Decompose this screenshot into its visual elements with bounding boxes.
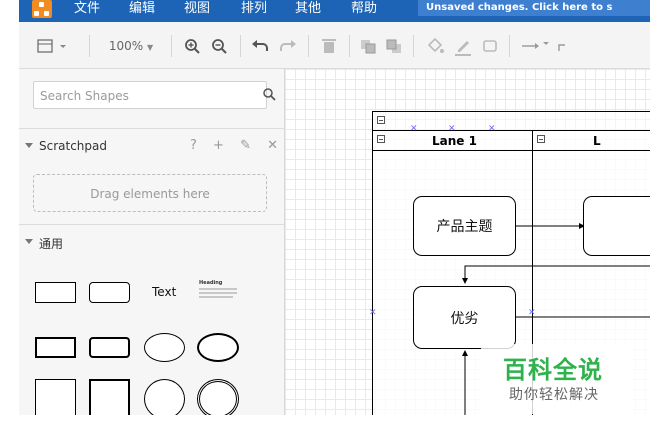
undo-icon xyxy=(252,40,268,51)
bold-rectangle-shape[interactable] xyxy=(35,337,76,358)
toolbar-divider xyxy=(349,35,350,57)
heading-textbox-shape[interactable]: Heading xyxy=(197,280,239,306)
to-front-icon xyxy=(361,40,376,54)
zoom-dropdown[interactable]: 100% ▼ xyxy=(101,35,161,57)
menu-extras[interactable]: 其他 xyxy=(295,0,321,19)
drawio-logo-icon xyxy=(32,0,52,18)
toolbar-divider xyxy=(240,35,241,57)
general-title: 通用 xyxy=(39,237,64,251)
node-partial[interactable] xyxy=(583,196,650,256)
chevron-down-icon xyxy=(25,143,33,148)
waypoint-button[interactable] xyxy=(555,35,569,57)
trash-icon xyxy=(322,39,336,53)
arrowhead xyxy=(462,350,468,356)
arrowhead xyxy=(462,278,468,284)
search-input[interactable]: Search Shapes xyxy=(33,81,276,109)
menu-help[interactable]: 帮助 xyxy=(351,0,377,19)
bold-rounded-rectangle-shape[interactable] xyxy=(89,337,130,358)
page-view-button[interactable] xyxy=(35,35,73,57)
toolbar-divider xyxy=(89,35,90,57)
scratchpad-header[interactable]: Scratchpad ? + ✎ ✕ xyxy=(19,128,284,165)
scratchpad-title: Scratchpad xyxy=(39,139,107,153)
waypoint-icon xyxy=(558,44,565,51)
connector-line xyxy=(464,265,650,278)
toolbar-divider xyxy=(171,35,172,57)
fill-color-button[interactable] xyxy=(424,35,446,57)
scratchpad-dropzone[interactable]: Drag elements here xyxy=(33,174,267,212)
menu-view[interactable]: 视图 xyxy=(184,0,210,19)
ellipse-shape[interactable] xyxy=(144,333,185,362)
arrow-right-icon xyxy=(522,42,549,49)
unsaved-changes-notice[interactable]: Unsaved changes. Click here to s xyxy=(418,0,650,16)
node-pros-cons[interactable]: 优劣 xyxy=(413,286,516,349)
line-color-button[interactable] xyxy=(452,35,474,57)
page-view-icon xyxy=(37,39,66,53)
node-product-theme[interactable]: 产品主题 xyxy=(413,196,516,256)
zoom-level: 100% xyxy=(108,39,144,53)
redo-button[interactable] xyxy=(277,35,299,57)
zoom-out-button[interactable] xyxy=(208,35,230,57)
toolbar: 100% ▼ xyxy=(19,22,650,69)
shadow-button[interactable] xyxy=(479,35,501,57)
rectangle-shape[interactable] xyxy=(35,282,76,303)
general-header[interactable]: 通用 xyxy=(19,224,284,261)
watermark: 百科全说 助你轻松解决 xyxy=(481,344,631,414)
chevron-down-icon xyxy=(25,239,33,244)
bold-square-shape[interactable] xyxy=(89,379,130,415)
to-back-button[interactable] xyxy=(383,35,405,57)
shape-sidebar: Search Shapes Scratchpad ? + ✎ ✕ Drag el… xyxy=(19,69,285,415)
text-shape[interactable]: Text xyxy=(152,285,176,299)
bold-ellipse-shape[interactable] xyxy=(197,333,239,362)
scratchpad-tools[interactable]: ? + ✎ ✕ xyxy=(190,138,284,153)
toolbar-divider xyxy=(413,35,414,57)
search-placeholder: Search Shapes xyxy=(40,89,129,103)
delete-button[interactable] xyxy=(318,35,340,57)
chevron-down-icon: ▼ xyxy=(146,43,154,52)
watermark-title: 百科全说 xyxy=(503,356,603,384)
toolbar-divider xyxy=(509,35,510,57)
app-window: 文件 编辑 视图 排列 其他 帮助 Unsaved changes. Click… xyxy=(19,0,650,415)
watermark-subtitle: 助你轻松解决 xyxy=(509,387,599,403)
menu-arrange[interactable]: 排列 xyxy=(241,0,267,19)
paint-bucket-icon xyxy=(427,37,444,53)
menu-file[interactable]: 文件 xyxy=(74,0,100,19)
circle-shape[interactable] xyxy=(144,379,185,415)
connection-style-dropdown[interactable] xyxy=(519,35,553,57)
pencil-icon xyxy=(455,41,471,56)
double-circle-shape[interactable] xyxy=(197,379,239,415)
square-shape[interactable] xyxy=(35,379,76,415)
search-icon[interactable] xyxy=(263,88,276,101)
zoom-out-icon xyxy=(212,39,227,54)
to-front-button[interactable] xyxy=(357,35,379,57)
toolbar-divider xyxy=(308,35,309,57)
menu-bar: 文件 编辑 视图 排列 其他 帮助 Unsaved changes. Click… xyxy=(19,0,650,22)
zoom-in-icon xyxy=(185,39,200,54)
zoom-in-button[interactable] xyxy=(181,35,203,57)
menu-edit[interactable]: 编辑 xyxy=(129,0,155,19)
undo-button[interactable] xyxy=(249,35,271,57)
rounded-rectangle-shape[interactable] xyxy=(89,282,130,303)
redo-icon xyxy=(280,40,296,51)
heading-label: Heading xyxy=(199,280,223,286)
to-back-icon xyxy=(386,39,401,53)
shadow-icon xyxy=(483,40,497,52)
